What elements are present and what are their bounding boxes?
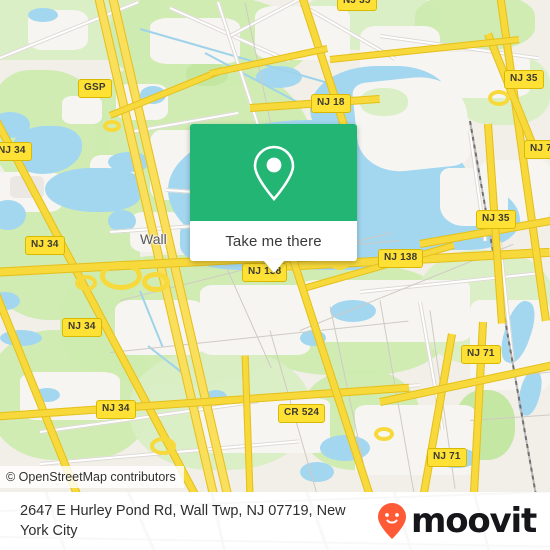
footer-bar: 2647 E Hurley Pond Rd, Wall Twp, NJ 0771… — [0, 492, 550, 550]
landuse-residential — [200, 285, 310, 355]
poi-card-image — [190, 124, 357, 221]
road-shield-cr524[interactable]: CR 524 — [278, 404, 326, 423]
road-shield-gsp[interactable]: GSP — [78, 79, 112, 98]
map-pin-icon — [253, 145, 294, 201]
road-shield-nj35[interactable]: NJ 35 — [504, 70, 544, 89]
water-body — [28, 8, 58, 22]
water-body — [330, 300, 376, 322]
water-body — [45, 168, 141, 212]
address-text: 2647 E Hurley Pond Rd, Wall Twp, NJ 0771… — [20, 503, 346, 539]
poi-card-action[interactable]: Take me there — [190, 221, 357, 273]
road-shield-nj34[interactable]: NJ 34 — [25, 236, 65, 255]
road-shield-nj35[interactable]: NJ 35 — [476, 210, 516, 229]
road-shield-nj34[interactable]: NJ 34 — [0, 142, 32, 161]
road-shield-nj35[interactable]: NJ 35 — [337, 0, 377, 11]
place-label-wall: Wall — [140, 231, 167, 247]
water-body — [0, 330, 42, 346]
interchange-loop — [142, 272, 170, 292]
interchange-loop — [103, 120, 121, 132]
poi-callout-card[interactable]: Take me there — [190, 124, 357, 273]
interchange-loop — [150, 437, 176, 455]
road-shield-nj138[interactable]: NJ 138 — [378, 249, 424, 268]
map-screenshot-root: Wall NJ 35 GSP NJ 18 NJ 35 NJ 34 NJ 71 N… — [0, 0, 550, 550]
moovit-wordmark: moovit — [410, 501, 537, 541]
road-shield-nj71[interactable]: NJ 71 — [427, 448, 467, 467]
interchange-loop — [488, 90, 510, 106]
moovit-pin-smiley-icon — [377, 503, 406, 539]
card-pointer-tail — [262, 260, 285, 273]
road-shield-nj71[interactable]: NJ 71 — [524, 140, 550, 159]
moovit-brand[interactable]: moovit — [377, 501, 537, 541]
interchange-loop — [75, 275, 97, 291]
osm-attribution[interactable]: © OpenStreetMap contributors — [0, 466, 184, 488]
water-body — [300, 462, 334, 482]
road-shield-nj18[interactable]: NJ 18 — [311, 94, 351, 113]
interchange-loop — [100, 262, 142, 290]
map-viewport[interactable]: Wall NJ 35 GSP NJ 18 NJ 35 NJ 34 NJ 71 N… — [0, 0, 550, 492]
road-shield-nj71[interactable]: NJ 71 — [461, 345, 501, 364]
interchange-loop — [374, 427, 394, 441]
take-me-there-label: Take me there — [225, 232, 322, 250]
road-shield-nj34[interactable]: NJ 34 — [96, 400, 136, 419]
road-shield-nj34[interactable]: NJ 34 — [62, 318, 102, 337]
landuse-residential — [62, 96, 102, 124]
